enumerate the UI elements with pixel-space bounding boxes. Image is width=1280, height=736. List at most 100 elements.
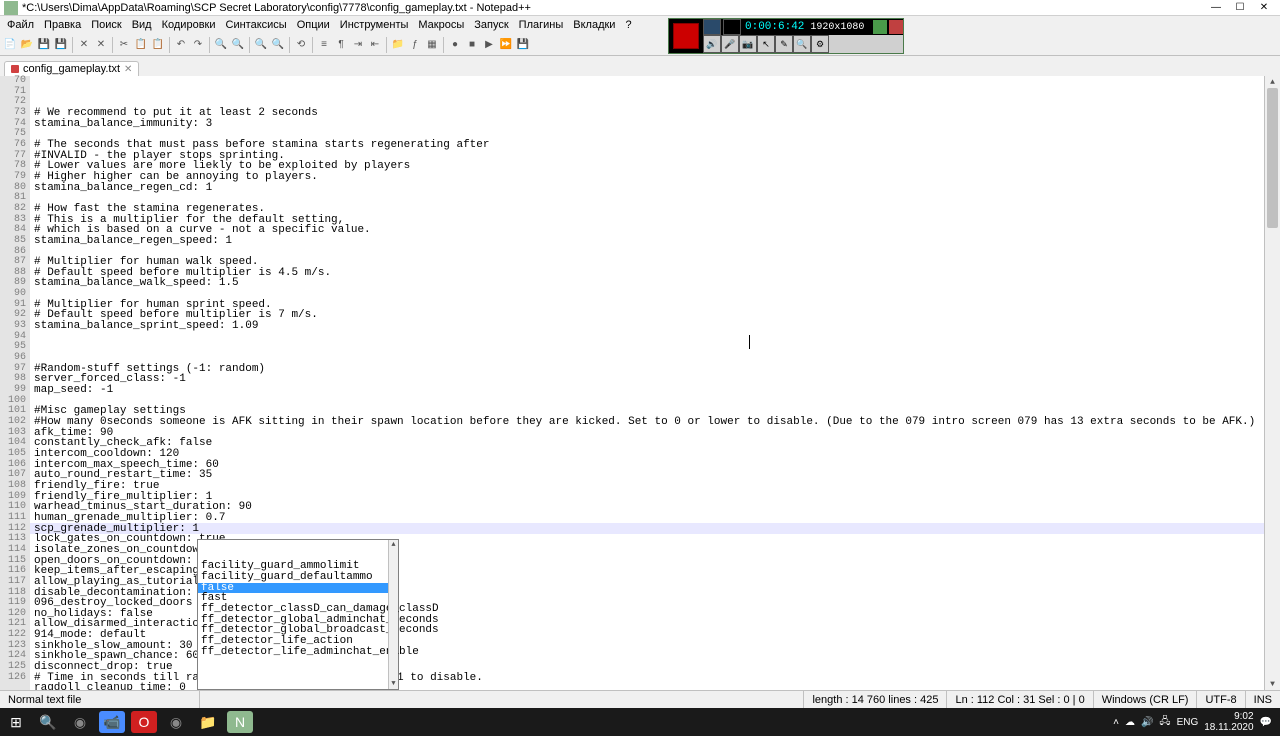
close-all-icon[interactable]: ✕: [93, 37, 109, 53]
screen-recorder-overlay[interactable]: 0:00:6:42 1920x1080 🔊 🎤 📷 ↖ ✎ 🔍 ⚙: [668, 18, 904, 54]
tray-network-icon[interactable]: 🖧: [1159, 714, 1170, 731]
find-icon[interactable]: 🔍: [213, 37, 229, 53]
close-button[interactable]: ✕: [1252, 1, 1276, 15]
tab-close-icon[interactable]: ✕: [124, 64, 132, 75]
steam-icon[interactable]: ◉: [64, 708, 96, 736]
tray-cloud-icon[interactable]: ☁: [1125, 717, 1135, 728]
tab-modified-icon: [11, 65, 19, 73]
status-mode: INS: [1246, 691, 1280, 708]
tray-up-icon[interactable]: ˄: [1113, 717, 1119, 728]
rec-draw-icon[interactable]: ✎: [775, 35, 793, 53]
tray-clock[interactable]: 9:02 18.11.2020: [1204, 711, 1253, 733]
tray-volume-icon[interactable]: 🔊: [1141, 717, 1153, 728]
camera-icon[interactable]: [703, 19, 721, 35]
playmulti-icon[interactable]: ⏩: [498, 37, 514, 53]
autocomplete-scrollbar[interactable]: ▲ ▼: [388, 540, 398, 689]
show-all-icon[interactable]: ¶: [333, 37, 349, 53]
vertical-scrollbar[interactable]: ▲ ▼: [1264, 76, 1280, 690]
copy-icon[interactable]: 📋: [133, 37, 149, 53]
status-position: Ln : 112 Col : 31 Sel : 0 | 0: [947, 691, 1093, 708]
maximize-button[interactable]: ☐: [1228, 1, 1252, 15]
redo-icon[interactable]: ↷: [190, 37, 206, 53]
rec-cursor-icon[interactable]: ↖: [757, 35, 775, 53]
scroll-down-icon[interactable]: ▼: [1265, 678, 1280, 690]
autocomplete-item[interactable]: ff_detector_life_action: [198, 636, 398, 647]
record-icon[interactable]: ●: [447, 37, 463, 53]
menu-поиск[interactable]: Поиск: [86, 19, 126, 31]
rec-mic-icon[interactable]: 🎤: [721, 35, 739, 53]
autocomplete-item[interactable]: false: [198, 583, 398, 594]
scrollbar-thumb[interactable]: [1267, 88, 1278, 228]
save-icon[interactable]: 💾: [36, 37, 52, 53]
tray-lang[interactable]: ENG: [1177, 717, 1199, 728]
menu-вид[interactable]: Вид: [127, 19, 157, 31]
record-button[interactable]: [673, 23, 699, 49]
toolbar: 📄 📂 💾 💾 ✕ ✕ ✂ 📋 📋 ↶ ↷ 🔍 🔍 🔍 🔍 ⟲ ≡ ¶ ⇥ ⇤ …: [0, 34, 1280, 56]
function-icon[interactable]: ƒ: [407, 37, 423, 53]
menu-опции[interactable]: Опции: [292, 19, 335, 31]
taskbar: ⊞ 🔍 ◉ 📹 O ◉ 📁 N ˄ ☁ 🔊 🖧 ENG 9:02 18.11.2…: [0, 708, 1280, 736]
status-length: length : 14 760 lines : 425: [804, 691, 947, 708]
outdent-icon[interactable]: ⇤: [367, 37, 383, 53]
scroll-up-icon[interactable]: ▲: [389, 540, 398, 550]
new-file-icon[interactable]: 📄: [2, 37, 18, 53]
undo-icon[interactable]: ↶: [173, 37, 189, 53]
rec-audio-icon[interactable]: 🔊: [703, 35, 721, 53]
menu-файл[interactable]: Файл: [2, 19, 39, 31]
sync-icon[interactable]: ⟲: [293, 37, 309, 53]
menu-вкладки[interactable]: Вкладки: [568, 19, 620, 31]
menu-правка[interactable]: Правка: [39, 19, 86, 31]
editor[interactable]: 70 71 72 73 74 75 76 77 78 79 80 81 82 8…: [0, 76, 1280, 690]
indent-icon[interactable]: ⇥: [350, 37, 366, 53]
recorder-max-icon[interactable]: [873, 20, 887, 34]
wordwrap-icon[interactable]: ≡: [316, 37, 332, 53]
scroll-up-icon[interactable]: ▲: [1265, 76, 1280, 88]
pause-icon[interactable]: [723, 19, 741, 35]
autocomplete-item[interactable]: ff_detector_life_adminchat_enable: [198, 647, 398, 658]
line-gutter: 70 71 72 73 74 75 76 77 78 79 80 81 82 8…: [0, 76, 30, 690]
rec-zoom-icon[interactable]: 🔍: [793, 35, 811, 53]
opera-icon[interactable]: O: [131, 711, 157, 733]
recorder-close-icon[interactable]: [889, 20, 903, 34]
zoom-in-icon[interactable]: 🔍: [253, 37, 269, 53]
menu-макросы[interactable]: Макросы: [413, 19, 469, 31]
tab-config-gameplay[interactable]: config_gameplay.txt ✕: [4, 61, 139, 76]
menu-инструменты[interactable]: Инструменты: [335, 19, 414, 31]
stop-icon[interactable]: ■: [464, 37, 480, 53]
autocomplete-popup[interactable]: facility_guard_ammolimitfacility_guard_d…: [197, 539, 399, 690]
notepadpp-icon[interactable]: N: [227, 711, 253, 733]
app-icon: [4, 1, 18, 15]
close-tab-icon[interactable]: ✕: [76, 37, 92, 53]
open-icon[interactable]: 📂: [19, 37, 35, 53]
folder-icon[interactable]: 📁: [390, 37, 406, 53]
rec-settings-icon[interactable]: ⚙: [811, 35, 829, 53]
doc-map-icon[interactable]: ▦: [424, 37, 440, 53]
menu-синтаксисы[interactable]: Синтаксисы: [221, 19, 292, 31]
steam2-icon[interactable]: ◉: [160, 708, 192, 736]
menu-запуск[interactable]: Запуск: [469, 19, 513, 31]
autocomplete-item[interactable]: ff_detector_classD_can_damage_classD: [198, 604, 398, 615]
recorder-resolution: 1920x1080: [808, 22, 866, 33]
zoom-out-icon[interactable]: 🔍: [270, 37, 286, 53]
scroll-down-icon[interactable]: ▼: [389, 679, 398, 689]
menu-кодировки[interactable]: Кодировки: [157, 19, 221, 31]
minimize-button[interactable]: —: [1204, 1, 1228, 15]
menu-плагины[interactable]: Плагины: [514, 19, 569, 31]
status-encoding: UTF-8: [1197, 691, 1245, 708]
save-all-icon[interactable]: 💾: [53, 37, 69, 53]
replace-icon[interactable]: 🔍: [230, 37, 246, 53]
explorer-icon[interactable]: 📁: [192, 708, 224, 736]
tray-notifications-icon[interactable]: 💬: [1260, 717, 1272, 728]
search-icon[interactable]: 🔍: [32, 708, 64, 736]
play-icon[interactable]: ▶: [481, 37, 497, 53]
code-area[interactable]: # We recommend to put it at least 2 seco…: [30, 76, 1264, 690]
paste-icon[interactable]: 📋: [150, 37, 166, 53]
cut-icon[interactable]: ✂: [116, 37, 132, 53]
menu-?[interactable]: ?: [620, 19, 636, 31]
statusbar: Normal text file length : 14 760 lines :…: [0, 690, 1280, 708]
zoom-icon[interactable]: 📹: [99, 711, 125, 733]
rec-webcam-icon[interactable]: 📷: [739, 35, 757, 53]
titlebar: *C:\Users\Dima\AppData\Roaming\SCP Secre…: [0, 0, 1280, 16]
start-button[interactable]: ⊞: [0, 708, 32, 736]
save-macro-icon[interactable]: 💾: [515, 37, 531, 53]
